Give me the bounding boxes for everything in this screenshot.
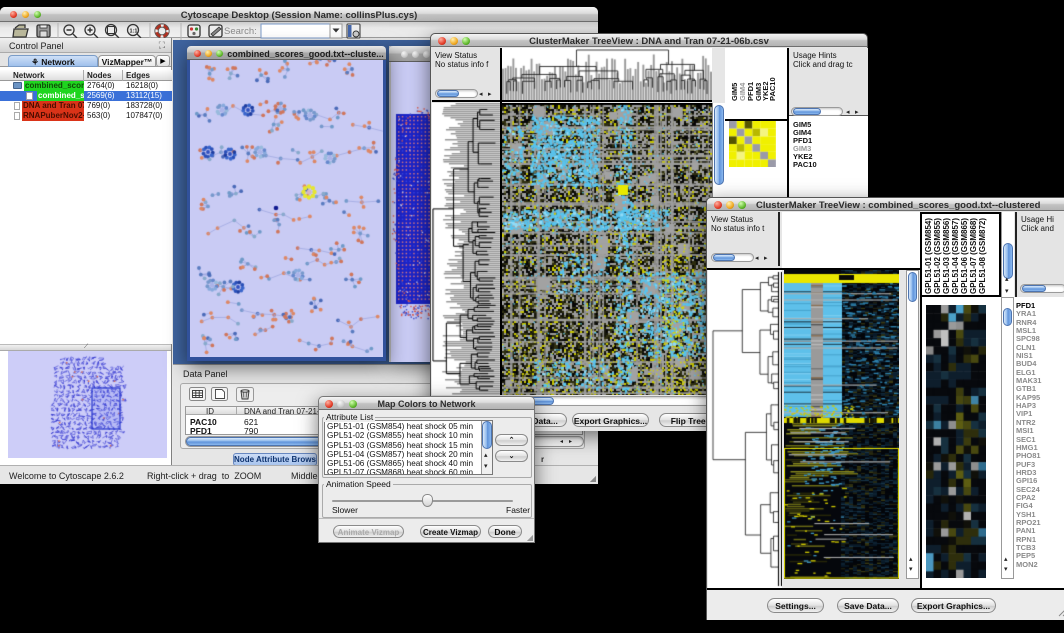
svg-text:1:1: 1:1 xyxy=(130,29,138,35)
svg-text:Search:: Search: xyxy=(224,26,257,37)
